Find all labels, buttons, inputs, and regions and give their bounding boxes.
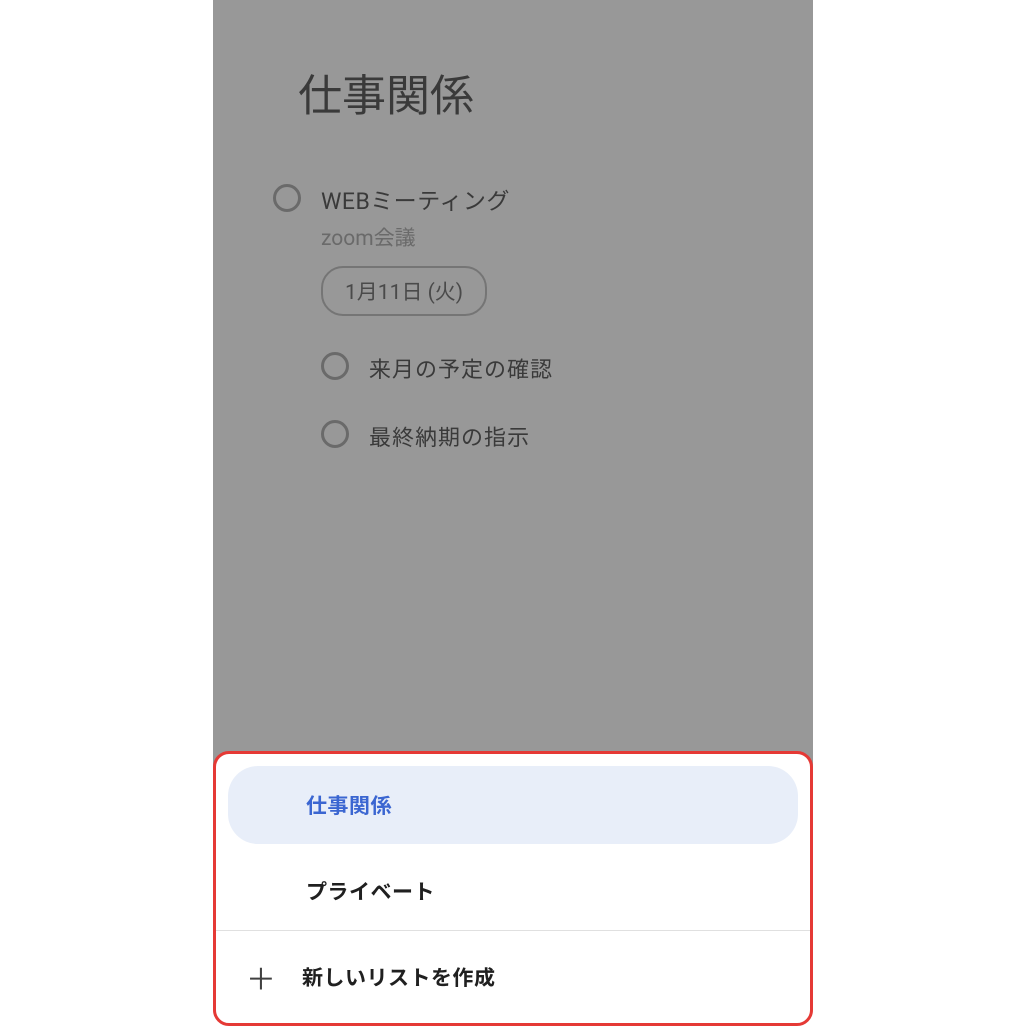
checkbox-circle-icon[interactable] [273, 184, 301, 212]
create-new-list-button[interactable]: ＋ 新しいリストを作成 [216, 930, 810, 1023]
list-option-work[interactable]: 仕事関係 [228, 766, 798, 844]
dimmed-main-content: 仕事関係 WEBミーティング zoom会議 1月11日 (火) 来月の予定の確認… [213, 0, 813, 800]
plus-icon: ＋ [246, 955, 274, 999]
checkbox-circle-icon[interactable] [321, 420, 349, 448]
bottom-sheet: 仕事関係 プライベート ＋ 新しいリストを作成 [213, 751, 813, 1026]
task-content: WEBミーティング zoom会議 1月11日 (火) [321, 182, 510, 316]
list-option-private[interactable]: プライベート [216, 852, 810, 930]
task-item[interactable]: WEBミーティング zoom会議 1月11日 (火) [213, 174, 813, 324]
date-chip[interactable]: 1月11日 (火) [321, 266, 487, 316]
create-new-list-label: 新しいリストを作成 [302, 962, 496, 992]
subtask-item[interactable]: 来月の予定の確認 [213, 342, 813, 392]
task-title: WEBミーティング [321, 182, 510, 216]
page-title: 仕事関係 [213, 60, 813, 124]
task-subtitle: zoom会議 [321, 222, 510, 252]
checkbox-circle-icon[interactable] [321, 352, 349, 380]
subtask-title: 最終納期の指示 [369, 418, 530, 452]
subtask-title: 来月の予定の確認 [369, 350, 553, 384]
app-screen: 仕事関係 WEBミーティング zoom会議 1月11日 (火) 来月の予定の確認… [213, 0, 813, 1026]
subtask-item[interactable]: 最終納期の指示 [213, 410, 813, 460]
